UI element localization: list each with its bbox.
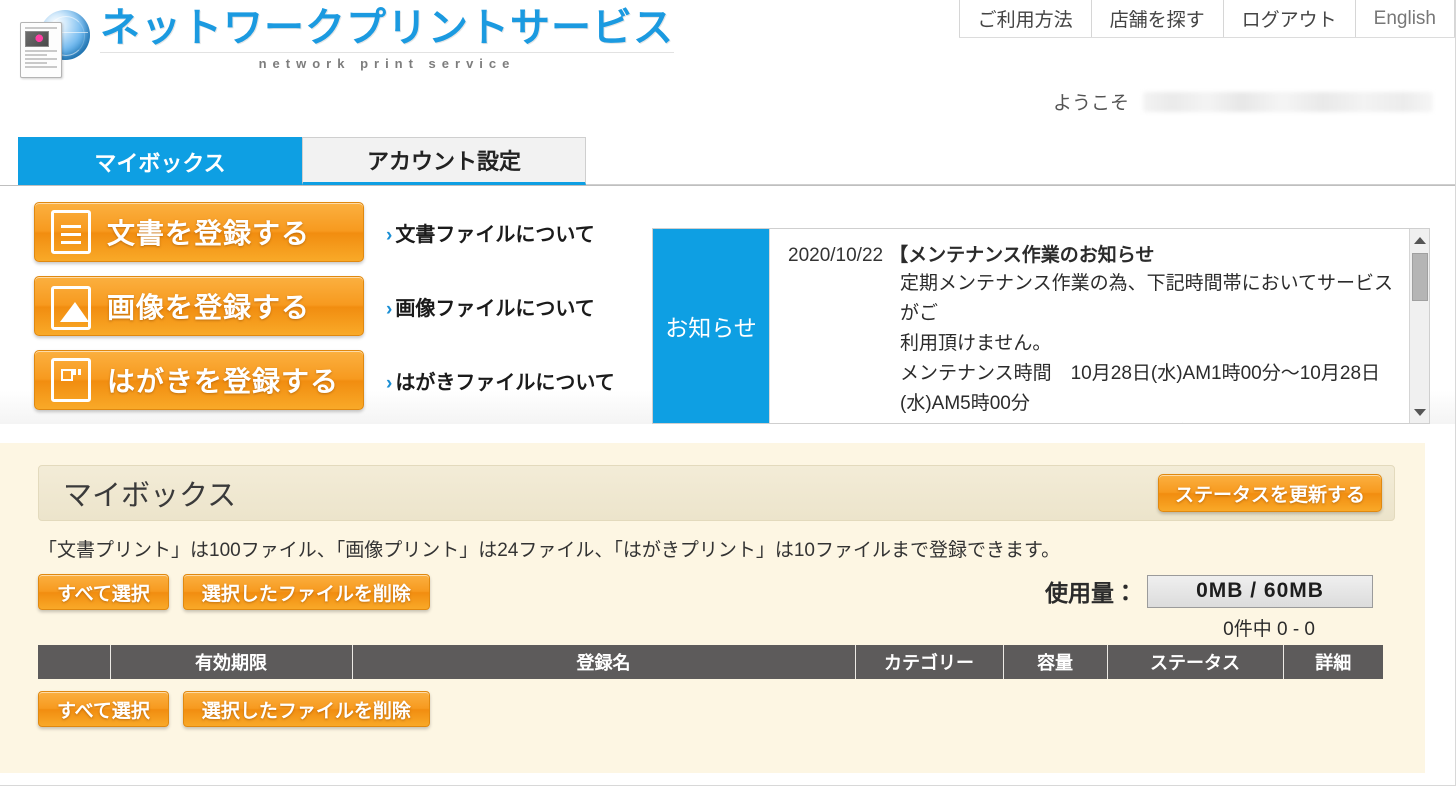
select-all-button-top[interactable]: すべて選択 [38, 574, 169, 610]
page-root: ネットワークプリントサービス network print service ご利用… [0, 0, 1456, 786]
logo-title: ネットワークプリントサービス [100, 6, 674, 50]
logo-text: ネットワークプリントサービス network print service [100, 4, 674, 71]
register-image-button[interactable]: 画像を登録する [34, 276, 364, 336]
notice-date: 2020/10/22 [788, 245, 884, 266]
doc-line [25, 27, 57, 29]
username-redacted [1143, 91, 1433, 112]
tab-filler [586, 137, 1455, 185]
doc-line [25, 58, 57, 60]
doc-line [25, 62, 48, 64]
delete-selected-button-bottom[interactable]: 選択したファイルを削除 [182, 691, 430, 727]
register-document-button[interactable]: 文書を登録する [34, 202, 364, 262]
scroll-up-icon[interactable] [1410, 231, 1429, 249]
postcard-icon [51, 358, 91, 402]
tab-account-settings[interactable]: アカウント設定 [302, 137, 586, 185]
column-detail: 詳細 [1283, 645, 1383, 679]
column-size: 容量 [1003, 645, 1108, 679]
link-about-image-files[interactable]: › 画像ファイルについて [386, 292, 595, 321]
mybox-description: 「文書プリント」は100ファイル、「画像プリント」は24ファイル、「はがきプリン… [38, 540, 1061, 561]
column-checkbox [38, 645, 111, 679]
notice-line: (水)AM5時00分 [900, 393, 1030, 415]
delete-selected-button-top[interactable]: 選択したファイルを削除 [182, 574, 430, 610]
tab-mybox[interactable]: マイボックス [18, 137, 302, 185]
column-registered-name: 登録名 [352, 645, 856, 679]
column-expiry: 有効期限 [110, 645, 353, 679]
chevron-right-icon: › [386, 224, 393, 246]
nav-item-usage[interactable]: ご利用方法 [958, 0, 1091, 37]
column-category: カテゴリー [855, 645, 1004, 679]
link-about-postcard-files[interactable]: › はがきファイルについて [386, 366, 615, 395]
notice-line: 利用頂けません。 [900, 333, 1052, 355]
doc-line [25, 66, 57, 68]
site-logo[interactable]: ネットワークプリントサービス network print service [18, 4, 674, 82]
notice-line: 定期メンテナンス作業の為、下記時間帯においてサービスがご [900, 273, 1394, 325]
doc-photo [25, 31, 49, 47]
table-header-row: 有効期限 登録名 カテゴリー 容量 ステータス 詳細 [38, 645, 1383, 679]
notice-scrollbar[interactable] [1409, 229, 1429, 423]
mybox-toolbar: すべて選択 選択したファイルを削除 使用量： 0MB / 60MB 0件中 0 … [38, 574, 1395, 641]
register-buttons-area: 文書を登録する › 文書ファイルについて 画像を登録する › 画像ファイルについて [34, 202, 634, 424]
refresh-status-button[interactable]: ステータスを更新する [1157, 474, 1382, 512]
mybox-header: マイボックス ステータスを更新する [38, 465, 1395, 521]
nav-item-find-store[interactable]: 店舗を探す [1090, 0, 1223, 37]
page-title: マイボックス [63, 480, 237, 512]
toolbar-button-group-top: すべて選択 選択したファイルを削除 [38, 574, 430, 610]
welcome-label: ようこそ [1052, 93, 1129, 114]
link-label: 文書ファイルについて [395, 223, 595, 246]
record-count: 0件中 0 - 0 [1223, 619, 1315, 640]
register-row-image: 画像を登録する › 画像ファイルについて [34, 276, 634, 336]
notice-panel: お知らせ 2020/10/22 【メンテナンス作業のお知らせ 定期メンテナンス作業… [652, 228, 1430, 424]
register-row-postcard: はがきを登録する › はがきファイルについて [34, 350, 634, 410]
doc-line [25, 54, 48, 56]
logo-subtitle: network print service [100, 52, 674, 71]
link-label: 画像ファイルについて [395, 297, 595, 320]
notice-label: お知らせ [653, 229, 769, 423]
scrollbar-thumb[interactable] [1412, 253, 1428, 301]
select-all-button-bottom[interactable]: すべて選択 [38, 691, 169, 727]
notice-body-lines: 定期メンテナンス作業の為、下記時間帯においてサービスがご 利用頂けません。 メン… [900, 269, 1395, 423]
scroll-down-icon[interactable] [1410, 403, 1429, 421]
file-table-header: 有効期限 登録名 カテゴリー 容量 ステータス 詳細 [38, 645, 1383, 679]
usage-block: 使用量： 0MB / 60MB 0件中 0 - 0 [1045, 574, 1395, 641]
file-table: 有効期限 登録名 カテゴリー 容量 ステータス 詳細 [38, 645, 1383, 679]
welcome-area: ようこそ [1053, 88, 1433, 115]
nav-item-logout[interactable]: ログアウト [1222, 0, 1355, 37]
usage-value: 0MB / 60MB [1147, 574, 1373, 608]
register-postcard-button[interactable]: はがきを登録する [34, 350, 364, 410]
top-navigation: ご利用方法 店舗を探す ログアウト English [958, 0, 1455, 38]
usage-line: 使用量： 0MB / 60MB [1045, 574, 1373, 608]
register-row-document: 文書を登録する › 文書ファイルについて [34, 202, 634, 262]
link-about-document-files[interactable]: › 文書ファイルについて [386, 218, 595, 247]
notice-line: メンテナンス時間 10月28日(水)AM1時00分〜10月28日 [900, 363, 1381, 385]
chevron-right-icon: › [386, 372, 393, 394]
register-postcard-label: はがきを登録する [107, 366, 340, 397]
register-document-label: 文書を登録する [107, 218, 311, 249]
usage-label: 使用量： [1045, 580, 1137, 606]
register-image-label: 画像を登録する [107, 292, 311, 323]
doc-line [25, 50, 57, 52]
column-status: ステータス [1107, 645, 1284, 679]
mybox-panel: マイボックス ステータスを更新する 「文書プリント」は100ファイル、「画像プリ… [0, 443, 1425, 773]
notice-body[interactable]: 2020/10/22 【メンテナンス作業のお知らせ 定期メンテナンス作業の為、下記… [769, 229, 1429, 423]
logo-globe-document-icon [18, 8, 92, 82]
tab-bar: マイボックス アカウント設定 [0, 128, 1455, 186]
image-icon [51, 286, 91, 330]
notice-first-line: 2020/10/22 【メンテナンス作業のお知らせ [788, 241, 1395, 271]
site-header: ネットワークプリントサービス network print service ご利用… [0, 0, 1455, 128]
document-icon [51, 210, 91, 254]
notice-text: 2020/10/22 【メンテナンス作業のお知らせ 定期メンテナンス作業の為、下記… [770, 229, 1429, 423]
nav-item-english[interactable]: English [1354, 0, 1455, 37]
link-label: はがきファイルについて [395, 371, 615, 394]
document-icon [20, 22, 62, 78]
notice-line: 大変ご迷惑をおかけいたしますが、ご理解の上ご了承頂きます [900, 419, 1395, 423]
chevron-right-icon: › [386, 298, 393, 320]
toolbar-button-group-bottom: すべて選択 選択したファイルを削除 [38, 691, 1395, 727]
notice-headline: 【メンテナンス作業のお知らせ [889, 245, 1155, 266]
